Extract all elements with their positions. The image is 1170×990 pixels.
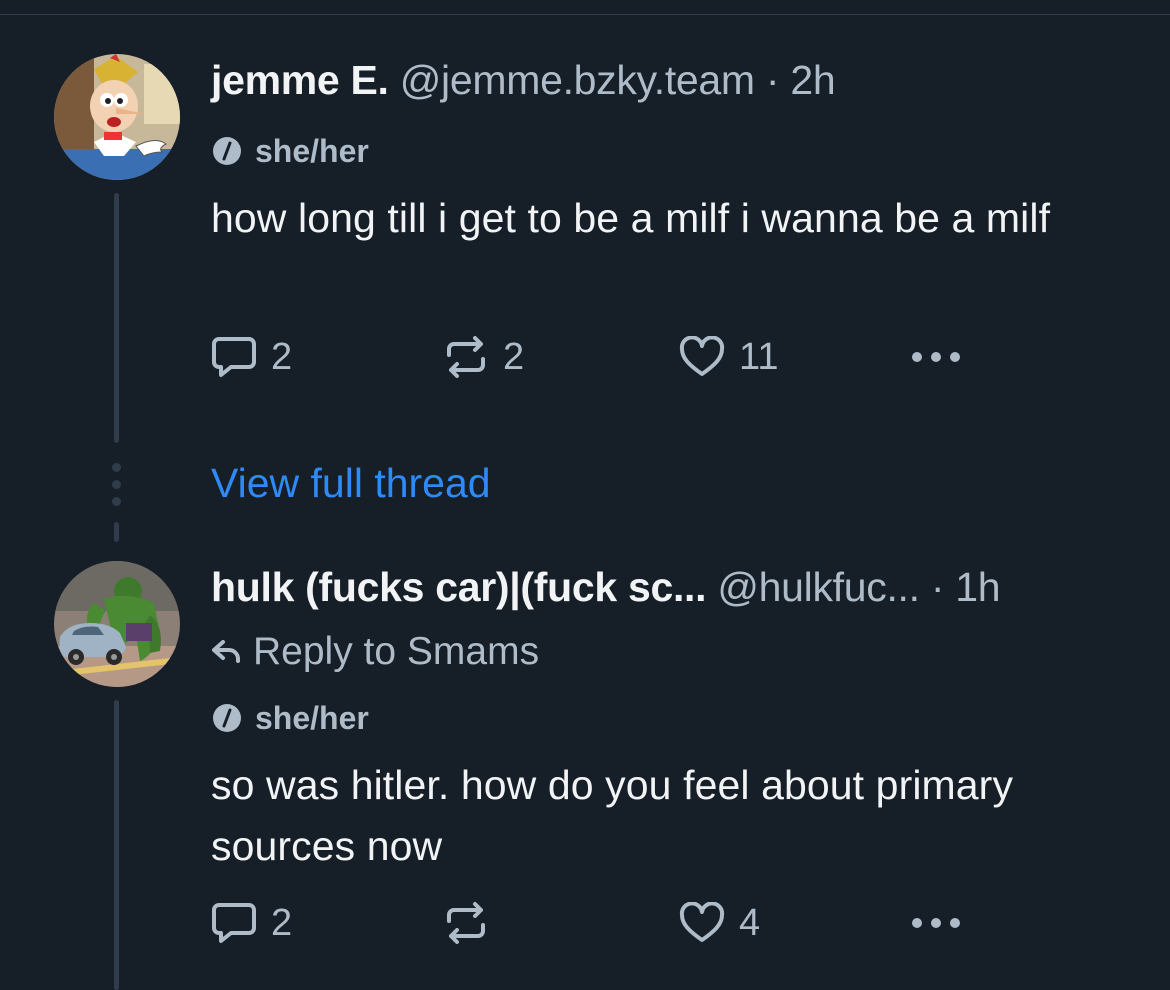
heart-icon — [679, 336, 725, 376]
view-full-thread-link[interactable]: View full thread — [211, 458, 491, 508]
handle[interactable]: @hulkfuc... — [717, 564, 920, 610]
reply-to-text: Reply to Smams — [253, 630, 540, 673]
reply-count: 2 — [271, 335, 293, 378]
pronoun-badge-icon — [213, 137, 241, 165]
post-header: hulk (fucks car)|(fuck sc... @hulkfuc...… — [211, 562, 1001, 612]
post-jemme[interactable]: jemme E. @jemme.bzky.team · 2h she/her h… — [0, 0, 1170, 450]
separator: · — [930, 564, 945, 610]
more-options-button[interactable] — [910, 898, 962, 948]
reply-to-indicator[interactable]: Reply to Smams — [211, 628, 539, 676]
pronoun-row: she/her — [211, 132, 369, 170]
like-button[interactable]: 11 — [679, 332, 778, 382]
handle[interactable]: @jemme.bzky.team — [400, 57, 755, 103]
hulk-car-avatar-icon — [54, 561, 180, 687]
reply-arrow-icon — [212, 639, 240, 663]
pronouns: she/her — [255, 132, 369, 169]
post-actions: 2 4 — [211, 898, 991, 948]
display-name[interactable]: hulk (fucks car)|(fuck sc... — [211, 564, 707, 610]
reply-icon — [212, 337, 256, 377]
reply-button[interactable]: 2 — [211, 332, 292, 382]
post-text: how long till i get to be a milf i wanna… — [211, 195, 1051, 241]
repost-count: 2 — [503, 335, 525, 378]
post-header: jemme E. @jemme.bzky.team · 2h — [211, 55, 836, 105]
reply-icon — [212, 903, 256, 943]
separator: · — [765, 57, 780, 103]
thread-line — [114, 700, 119, 990]
reply-button[interactable]: 2 — [211, 898, 292, 948]
thread-line — [114, 193, 119, 443]
timestamp[interactable]: 1h — [955, 564, 1000, 610]
pinocchio-avatar-icon — [54, 54, 180, 180]
like-count: 11 — [739, 335, 779, 378]
pronouns: she/her — [255, 699, 369, 736]
pronoun-badge-icon — [213, 704, 241, 732]
repost-button[interactable]: 2 — [443, 332, 524, 382]
post-hulk[interactable]: hulk (fucks car)|(fuck sc... @hulkfuc...… — [0, 540, 1170, 990]
post-text: so was hitler. how do you feel about pri… — [211, 762, 1014, 869]
pronoun-row: she/her — [211, 699, 369, 737]
ellipsis-icon — [912, 352, 960, 362]
like-button[interactable]: 4 — [679, 898, 760, 948]
reply-count: 2 — [271, 901, 293, 944]
thread-gap-dots — [110, 463, 122, 514]
display-name[interactable]: jemme E. — [211, 57, 389, 103]
post-actions: 2 2 11 — [211, 332, 991, 382]
repost-button[interactable] — [443, 898, 503, 948]
ellipsis-icon — [912, 918, 960, 928]
repost-icon — [447, 336, 485, 378]
heart-icon — [679, 902, 725, 942]
thread-line-connector — [114, 522, 119, 542]
like-count: 4 — [739, 901, 761, 944]
avatar-jemme[interactable] — [54, 54, 180, 180]
repost-icon — [447, 902, 485, 944]
avatar-hulk[interactable] — [54, 561, 180, 687]
timestamp[interactable]: 2h — [790, 57, 835, 103]
more-options-button[interactable] — [910, 332, 962, 382]
